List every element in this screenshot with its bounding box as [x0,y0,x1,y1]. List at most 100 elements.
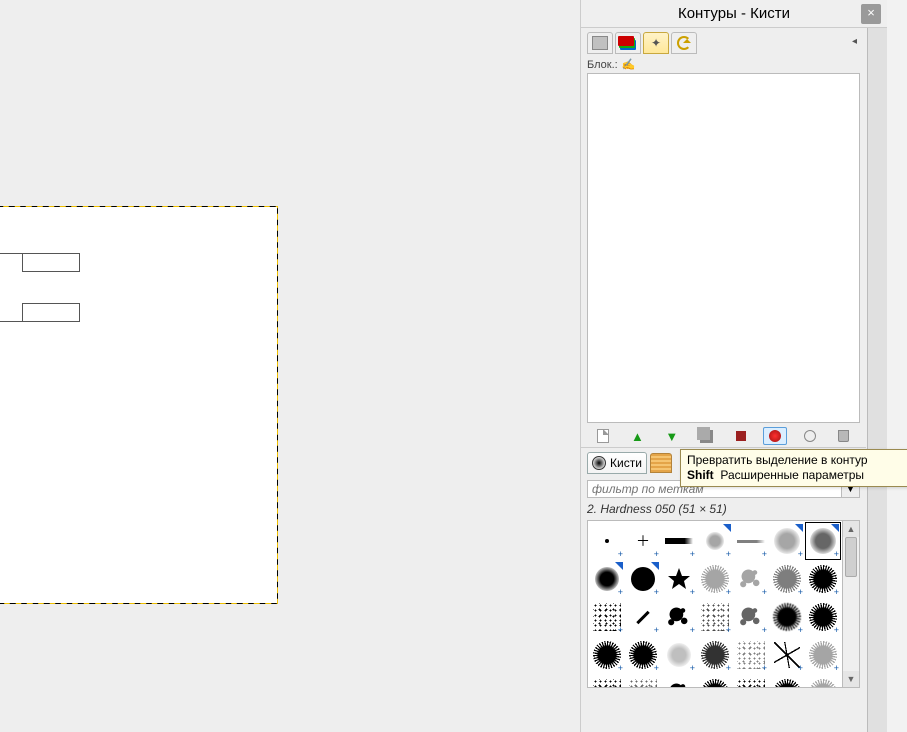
lock-position-icon[interactable]: ✍ [622,58,636,71]
brush-cell[interactable] [589,674,625,688]
tab-paths[interactable]: ✦ [643,32,669,54]
brush-cell[interactable]: + [769,636,805,674]
paths-bottom-toolbar: ▲ ▼ [587,423,860,447]
channels-icon [620,36,636,50]
brush-cell[interactable] [733,674,769,688]
tooltip-shift: Shift [687,468,714,482]
brush-cell[interactable]: + [589,598,625,636]
tab-channels[interactable] [615,32,641,54]
brush-cell[interactable]: + [697,598,733,636]
dock-close-button[interactable]: × [861,4,881,24]
brush-grit-icon [629,679,657,688]
lock-row: Блок.: ✍ [587,58,860,71]
new-page-icon [597,429,609,443]
brush-texture-icon [773,679,801,688]
brush-cell[interactable] [697,674,733,688]
red-square-icon [736,431,746,441]
lock-label: Блок.: [587,59,618,71]
scroll-up-button[interactable]: ▲ [843,521,859,537]
delete-path-button[interactable] [832,427,856,445]
brush-grid[interactable]: + ＋+ + + + + + + + + + + + + + [587,520,843,688]
dock-title: Контуры - Кисти × [581,0,887,28]
brush-cell[interactable]: + [697,636,733,674]
tab-layers[interactable] [587,32,613,54]
brush-cell[interactable]: + [589,522,625,560]
rect-selection [0,206,278,604]
tooltip-line2: Расширенные параметры [720,468,864,482]
brush-scrollbar[interactable]: ▲ ▼ [843,520,860,688]
brush-hard-icon [631,567,655,591]
brush-cell[interactable] [769,674,805,688]
sel-to-path-button[interactable] [763,427,787,445]
lower-path-button[interactable]: ▼ [660,427,684,445]
undo-history-icon [677,36,691,50]
tab-patterns[interactable] [650,453,672,473]
stroke-path-button[interactable] [798,427,822,445]
brush-sparks-icon [774,642,800,668]
brush-cell[interactable]: + [769,522,805,560]
brush-cell[interactable]: + [661,522,697,560]
stroke-icon [804,430,816,442]
brush-cell[interactable]: + [661,598,697,636]
duplicate-icon [700,430,713,443]
brush-star-icon [667,567,691,591]
brush-cell[interactable]: + [589,560,625,598]
paths-panel: ✦ ◂ Блок.: ✍ ▲ ▼ [581,28,866,447]
tab-undo-history[interactable] [671,32,697,54]
path-to-sel-button[interactable] [729,427,753,445]
arrow-up-icon: ▲ [631,429,644,444]
brush-cell[interactable]: + [625,636,661,674]
brush-cell[interactable]: + [733,636,769,674]
duplicate-path-button[interactable] [694,427,718,445]
brush-grit-icon [737,679,765,688]
brush-splat-icon [738,604,764,630]
brush-texture-icon [701,679,729,688]
upper-tab-strip: ✦ ◂ [587,32,860,54]
brush-cell[interactable] [625,674,661,688]
brush-dot-icon [605,539,609,543]
brush-cell[interactable] [661,674,697,688]
scroll-down-button[interactable]: ▼ [843,671,859,687]
brush-cell[interactable]: + [769,598,805,636]
brush-cell[interactable]: + [805,560,841,598]
new-path-button[interactable] [591,427,615,445]
brush-cell[interactable]: + [625,560,661,598]
brush-cell[interactable]: + [769,560,805,598]
arrow-down-icon: ▼ [665,429,678,444]
tab-brushes[interactable]: Кисти [587,452,647,474]
raise-path-button[interactable]: ▲ [625,427,649,445]
dock-scroll-strip[interactable] [867,0,887,732]
brush-grit-icon [593,679,621,688]
brush-cell[interactable]: + [805,598,841,636]
brush-cell[interactable]: + [805,636,841,674]
brush-soft-icon [595,567,619,591]
scroll-thumb[interactable] [845,537,857,577]
trash-icon [838,430,849,442]
brush-cell[interactable]: + [625,598,661,636]
tab-brushes-label: Кисти [610,456,642,470]
brush-bar-icon [665,538,693,544]
brush-soft-icon [706,532,724,550]
brush-cell[interactable]: + [589,636,625,674]
brushes-tab-strip: Кисти Превратить выделение в контур Shif… [587,452,860,474]
brush-cell[interactable]: ＋+ [625,522,661,560]
panel-menu-caret[interactable]: ◂ [852,36,857,47]
brush-cell[interactable]: + [661,560,697,598]
brush-cell[interactable] [805,674,841,688]
brush-cell-selected[interactable]: + [805,522,841,560]
brush-cell[interactable]: + [697,522,733,560]
brush-cell[interactable]: + [733,522,769,560]
dock-title-text: Контуры - Кисти [678,5,790,22]
brush-cell[interactable]: + [697,560,733,598]
brush-cell[interactable]: + [661,636,697,674]
brushes-panel: Кисти Превратить выделение в контур Shif… [581,447,866,692]
brush-splat-icon [738,566,764,592]
brush-cell[interactable]: + [733,560,769,598]
brush-cell[interactable]: + [733,598,769,636]
sel-to-path-icon [769,430,781,442]
brush-tab-icon [592,456,606,470]
paths-list[interactable] [587,73,860,423]
brush-line-icon [737,540,765,543]
brush-splat-icon [666,604,692,630]
canvas-area[interactable] [0,0,580,732]
